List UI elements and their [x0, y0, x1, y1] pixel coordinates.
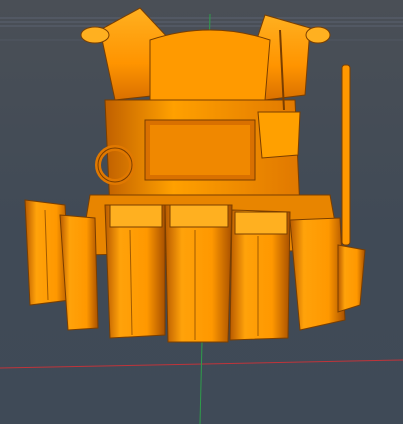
- viewport-canvas[interactable]: [0, 0, 403, 424]
- right-buckle: [305, 26, 331, 44]
- radio-antenna: [341, 64, 351, 246]
- 3d-viewport[interactable]: [0, 0, 403, 424]
- vest-model[interactable]: [24, 7, 366, 343]
- radio-pouch: [257, 111, 301, 159]
- right-side-pouch: [289, 217, 346, 331]
- left-buckle: [80, 26, 110, 44]
- collar: [149, 29, 271, 101]
